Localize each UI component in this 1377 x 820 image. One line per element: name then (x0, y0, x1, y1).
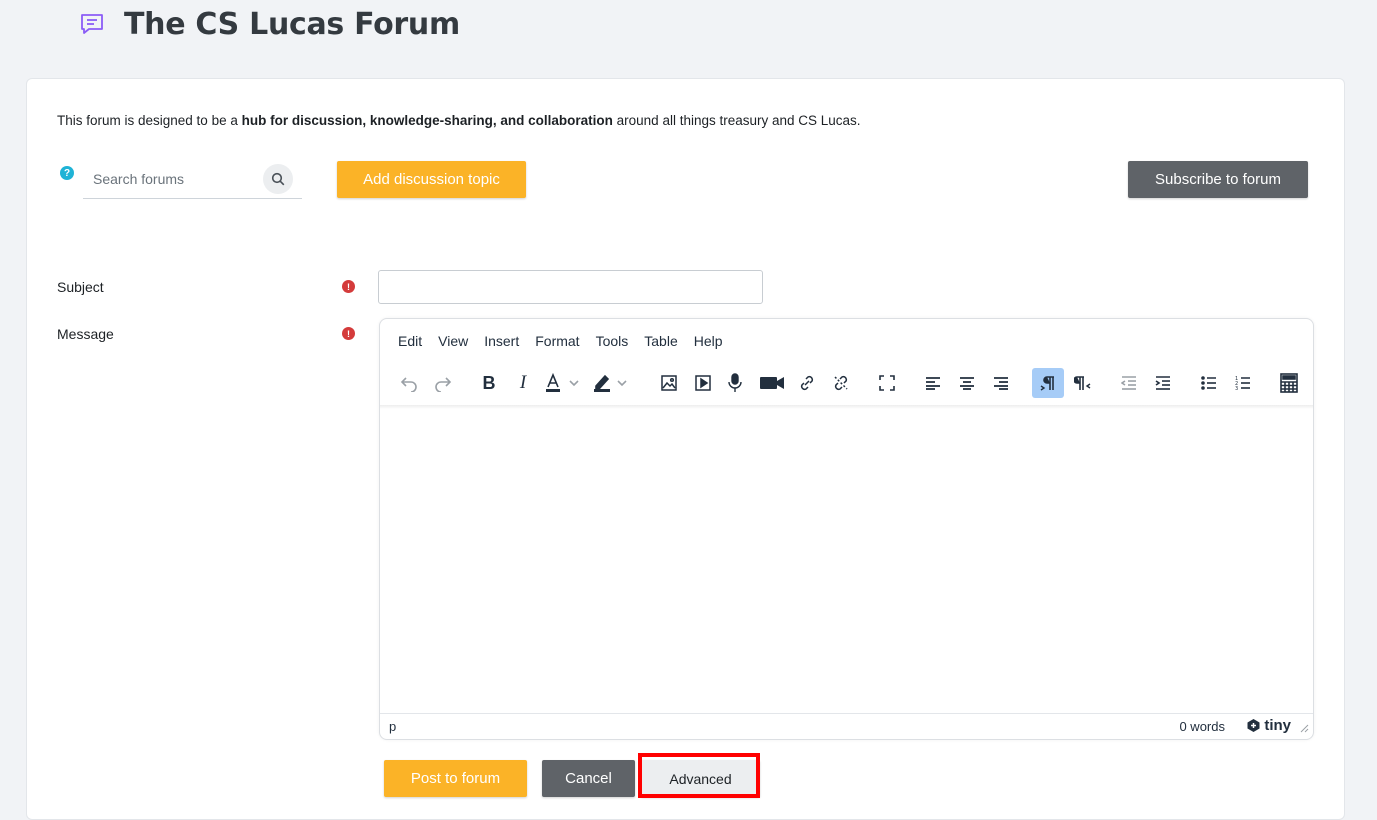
media-icon[interactable] (688, 368, 718, 398)
menu-insert[interactable]: Insert (476, 333, 527, 349)
align-center-icon[interactable] (952, 368, 982, 398)
align-left-icon[interactable] (918, 368, 948, 398)
align-right-icon[interactable] (986, 368, 1016, 398)
advanced-button[interactable]: Advanced (641, 760, 760, 797)
search-input[interactable] (83, 162, 273, 196)
description-bold: hub for discussion, knowledge-sharing, a… (241, 113, 613, 128)
menu-view[interactable]: View (430, 333, 476, 349)
ltr-direction-icon[interactable] (1032, 368, 1064, 398)
help-icon[interactable]: ? (60, 166, 74, 180)
search-button[interactable] (263, 164, 293, 194)
numbered-list-icon[interactable]: 123 (1228, 368, 1258, 398)
redo-icon[interactable] (428, 368, 458, 398)
subject-label: Subject (57, 279, 104, 295)
calculator-icon[interactable] (1274, 368, 1304, 398)
highlight-color-icon[interactable] (590, 368, 634, 398)
subject-input[interactable] (378, 270, 763, 304)
image-icon[interactable] (654, 368, 684, 398)
outdent-icon[interactable] (1114, 368, 1144, 398)
bullet-list-icon[interactable] (1194, 368, 1224, 398)
bold-icon[interactable]: B (474, 368, 504, 398)
menu-tools[interactable]: Tools (588, 333, 637, 349)
word-count[interactable]: 0 words (1179, 719, 1225, 734)
search-forums (83, 162, 302, 199)
editor-toolbar: B I 1 2 3 (394, 368, 1304, 398)
link-icon[interactable] (792, 368, 822, 398)
menu-help[interactable]: Help (686, 333, 731, 349)
resize-handle-icon[interactable] (1300, 721, 1309, 736)
subscribe-to-forum-button[interactable]: Subscribe to forum (1128, 161, 1308, 198)
message-label: Message (57, 326, 114, 342)
italic-icon[interactable]: I (508, 368, 538, 398)
required-icon: ! (342, 280, 355, 293)
add-discussion-topic-button[interactable]: Add discussion topic (337, 161, 526, 198)
page-header: The CS Lucas Forum (78, 6, 460, 42)
element-path[interactable]: p (389, 719, 396, 734)
menu-edit[interactable]: Edit (390, 333, 430, 349)
editor-menubar: Edit View Insert Format Tools Table Help (390, 333, 731, 349)
required-icon: ! (342, 327, 355, 340)
rtl-direction-icon[interactable] (1068, 368, 1098, 398)
search-icon (271, 172, 285, 186)
page-title: The CS Lucas Forum (124, 6, 460, 42)
fullscreen-icon[interactable] (872, 368, 902, 398)
indent-icon[interactable] (1148, 368, 1178, 398)
editor-content-area[interactable] (380, 409, 1313, 714)
menu-table[interactable]: Table (636, 333, 685, 349)
forum-description: This forum is designed to be a hub for d… (57, 113, 861, 128)
chat-lines-icon (78, 10, 106, 38)
message-editor: Edit View Insert Format Tools Table Help… (379, 318, 1314, 740)
unlink-icon[interactable] (826, 368, 856, 398)
tiny-logo-icon (1247, 719, 1260, 732)
description-suffix: around all things treasury and CS Lucas. (612, 113, 861, 128)
text-color-icon[interactable] (542, 368, 586, 398)
tiny-brand[interactable]: tiny (1246, 717, 1291, 734)
undo-icon[interactable] (394, 368, 424, 398)
editor-statusbar: p 0 words tiny (380, 713, 1313, 739)
forum-card: This forum is designed to be a hub for d… (26, 78, 1345, 820)
post-to-forum-button[interactable]: Post to forum (384, 760, 527, 797)
description-prefix: This forum is designed to be a (57, 113, 242, 128)
cancel-button[interactable]: Cancel (542, 760, 635, 797)
video-camera-icon[interactable] (752, 368, 792, 398)
microphone-icon[interactable] (720, 368, 750, 398)
menu-format[interactable]: Format (527, 333, 587, 349)
svg-text:3: 3 (1235, 386, 1238, 391)
tiny-brand-label: tiny (1264, 717, 1291, 734)
